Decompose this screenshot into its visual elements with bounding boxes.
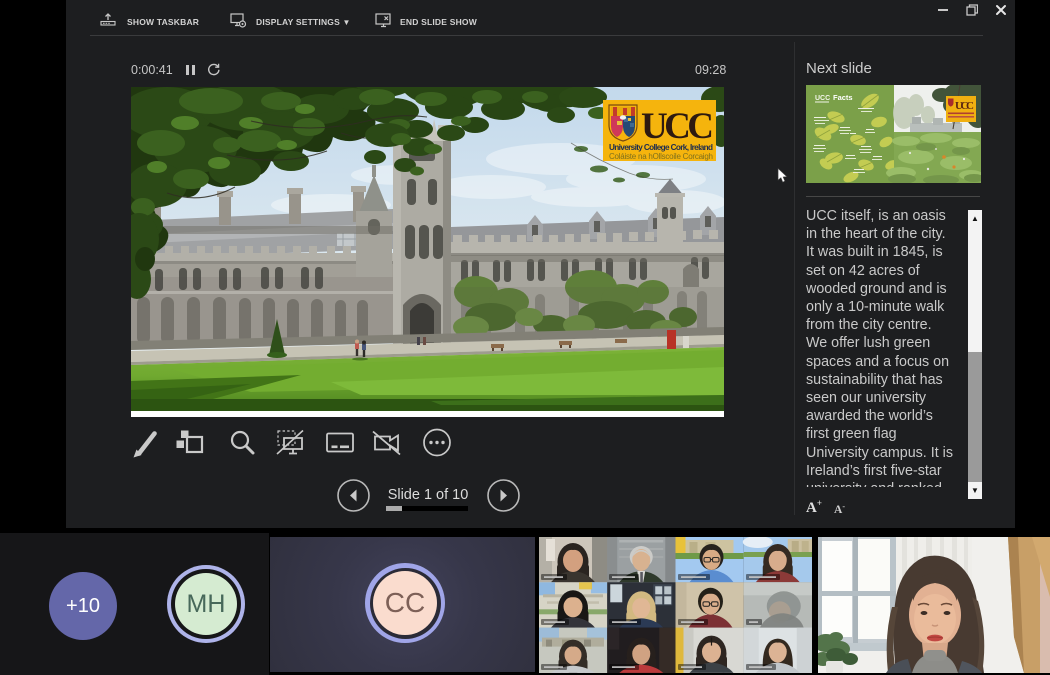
- svg-text:UCC: UCC: [955, 100, 974, 112]
- svg-text:UCC: UCC: [815, 95, 830, 102]
- svg-text:UCC: UCC: [641, 106, 714, 147]
- svg-text:University College Cork, Irela: University College Cork, Ireland: [609, 143, 713, 152]
- svg-text:Facts: Facts: [833, 93, 853, 102]
- svg-text:Coláiste na hOllscoile Corcaig: Coláiste na hOllscoile Corcaigh: [609, 152, 713, 161]
